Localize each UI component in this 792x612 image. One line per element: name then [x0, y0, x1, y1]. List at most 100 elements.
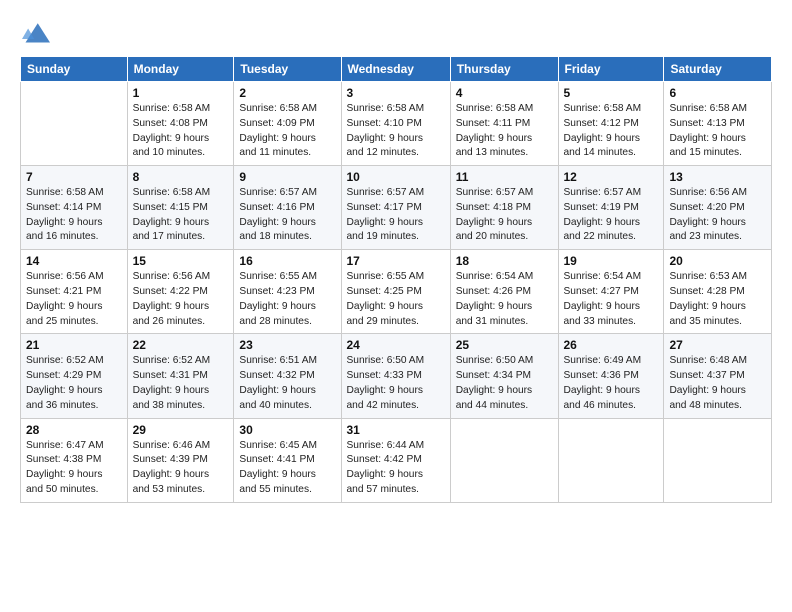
day-number: 6	[669, 86, 766, 100]
day-info: Sunrise: 6:57 AMSunset: 4:19 PMDaylight:…	[564, 186, 659, 245]
calendar-cell: 14 Sunrise: 6:56 AMSunset: 4:21 PMDayligh…	[21, 250, 128, 334]
day-number: 12	[564, 170, 659, 184]
day-number: 15	[133, 254, 229, 268]
weekday-header: Friday	[558, 57, 664, 82]
day-info: Sunrise: 6:58 AMSunset: 4:10 PMDaylight:…	[347, 102, 445, 161]
day-info: Sunrise: 6:50 AMSunset: 4:34 PMDaylight:…	[456, 354, 553, 413]
day-info: Sunrise: 6:58 AMSunset: 4:15 PMDaylight:…	[133, 186, 229, 245]
day-info: Sunrise: 6:58 AMSunset: 4:14 PMDaylight:…	[26, 186, 122, 245]
day-info: Sunrise: 6:46 AMSunset: 4:39 PMDaylight:…	[133, 439, 229, 498]
day-info: Sunrise: 6:55 AMSunset: 4:23 PMDaylight:…	[239, 270, 335, 329]
calendar-cell: 10 Sunrise: 6:57 AMSunset: 4:17 PMDayligh…	[341, 166, 450, 250]
calendar-table: SundayMondayTuesdayWednesdayThursdayFrid…	[20, 56, 772, 503]
day-number: 10	[347, 170, 445, 184]
day-number: 9	[239, 170, 335, 184]
calendar-cell: 26Sunrise: 6:49 AMSunset: 4:36 PMDayligh…	[558, 334, 664, 418]
day-info: Sunrise: 6:47 AMSunset: 4:38 PMDaylight:…	[26, 439, 122, 498]
day-info: Sunrise: 6:58 AMSunset: 4:12 PMDaylight:…	[564, 102, 659, 161]
calendar-cell: 5 Sunrise: 6:58 AMSunset: 4:12 PMDaylight…	[558, 82, 664, 166]
day-number: 2	[239, 86, 335, 100]
calendar-cell: 21 Sunrise: 6:52 AMSunset: 4:29 PMDayligh…	[21, 334, 128, 418]
day-info: Sunrise: 6:49 AMSunset: 4:36 PMDaylight:…	[564, 354, 659, 413]
day-info: Sunrise: 6:52 AMSunset: 4:29 PMDaylight:…	[26, 354, 122, 413]
day-number: 13	[669, 170, 766, 184]
calendar-cell: 27Sunrise: 6:48 AMSunset: 4:37 PMDayligh…	[664, 334, 772, 418]
calendar-cell: 22 Sunrise: 6:52 AMSunset: 4:31 PMDayligh…	[127, 334, 234, 418]
day-number: 7	[26, 170, 122, 184]
day-number: 23	[239, 338, 335, 352]
calendar-cell: 25 Sunrise: 6:50 AMSunset: 4:34 PMDayligh…	[450, 334, 558, 418]
day-info: Sunrise: 6:54 AMSunset: 4:27 PMDaylight:…	[564, 270, 659, 329]
calendar-cell: 20Sunrise: 6:53 AMSunset: 4:28 PMDayligh…	[664, 250, 772, 334]
calendar-cell: 1Sunrise: 6:58 AMSunset: 4:08 PMDaylight…	[127, 82, 234, 166]
weekday-header: Wednesday	[341, 57, 450, 82]
calendar-cell: 6Sunrise: 6:58 AMSunset: 4:13 PMDaylight…	[664, 82, 772, 166]
calendar-body: 1Sunrise: 6:58 AMSunset: 4:08 PMDaylight…	[21, 82, 772, 503]
day-info: Sunrise: 6:56 AMSunset: 4:22 PMDaylight:…	[133, 270, 229, 329]
calendar-cell: 2 Sunrise: 6:58 AMSunset: 4:09 PMDaylight…	[234, 82, 341, 166]
weekday-header: Sunday	[21, 57, 128, 82]
weekday-header-row: SundayMondayTuesdayWednesdayThursdayFrid…	[21, 57, 772, 82]
day-info: Sunrise: 6:57 AMSunset: 4:17 PMDaylight:…	[347, 186, 445, 245]
day-info: Sunrise: 6:57 AMSunset: 4:16 PMDaylight:…	[239, 186, 335, 245]
weekday-header: Tuesday	[234, 57, 341, 82]
calendar-cell: 30Sunrise: 6:45 AMSunset: 4:41 PMDayligh…	[234, 418, 341, 502]
calendar-cell: 23 Sunrise: 6:51 AMSunset: 4:32 PMDayligh…	[234, 334, 341, 418]
day-number: 3	[347, 86, 445, 100]
calendar-week-row: 21 Sunrise: 6:52 AMSunset: 4:29 PMDayligh…	[21, 334, 772, 418]
calendar-cell: 13Sunrise: 6:56 AMSunset: 4:20 PMDayligh…	[664, 166, 772, 250]
day-info: Sunrise: 6:57 AMSunset: 4:18 PMDaylight:…	[456, 186, 553, 245]
day-number: 19	[564, 254, 659, 268]
day-number: 14	[26, 254, 122, 268]
calendar-cell	[21, 82, 128, 166]
logo-icon	[22, 18, 50, 46]
day-info: Sunrise: 6:55 AMSunset: 4:25 PMDaylight:…	[347, 270, 445, 329]
day-number: 1	[133, 86, 229, 100]
calendar-cell: 15 Sunrise: 6:56 AMSunset: 4:22 PMDayligh…	[127, 250, 234, 334]
calendar-cell: 17 Sunrise: 6:55 AMSunset: 4:25 PMDayligh…	[341, 250, 450, 334]
calendar-cell: 3 Sunrise: 6:58 AMSunset: 4:10 PMDaylight…	[341, 82, 450, 166]
day-number: 27	[669, 338, 766, 352]
page: SundayMondayTuesdayWednesdayThursdayFrid…	[0, 0, 792, 612]
calendar-week-row: 7 Sunrise: 6:58 AMSunset: 4:14 PMDaylight…	[21, 166, 772, 250]
calendar-cell: 16 Sunrise: 6:55 AMSunset: 4:23 PMDayligh…	[234, 250, 341, 334]
day-info: Sunrise: 6:52 AMSunset: 4:31 PMDaylight:…	[133, 354, 229, 413]
day-number: 11	[456, 170, 553, 184]
day-info: Sunrise: 6:56 AMSunset: 4:21 PMDaylight:…	[26, 270, 122, 329]
day-number: 31	[347, 423, 445, 437]
calendar-cell: 4Sunrise: 6:58 AMSunset: 4:11 PMDaylight…	[450, 82, 558, 166]
day-number: 30	[239, 423, 335, 437]
calendar-week-row: 14 Sunrise: 6:56 AMSunset: 4:21 PMDayligh…	[21, 250, 772, 334]
day-number: 8	[133, 170, 229, 184]
calendar-cell: 19 Sunrise: 6:54 AMSunset: 4:27 PMDayligh…	[558, 250, 664, 334]
day-number: 18	[456, 254, 553, 268]
day-info: Sunrise: 6:58 AMSunset: 4:09 PMDaylight:…	[239, 102, 335, 161]
weekday-header: Monday	[127, 57, 234, 82]
day-number: 29	[133, 423, 229, 437]
day-number: 24	[347, 338, 445, 352]
day-number: 17	[347, 254, 445, 268]
day-number: 28	[26, 423, 122, 437]
calendar-cell: 7 Sunrise: 6:58 AMSunset: 4:14 PMDaylight…	[21, 166, 128, 250]
day-number: 25	[456, 338, 553, 352]
calendar-cell: 24 Sunrise: 6:50 AMSunset: 4:33 PMDayligh…	[341, 334, 450, 418]
calendar-week-row: 28 Sunrise: 6:47 AMSunset: 4:38 PMDayligh…	[21, 418, 772, 502]
day-number: 22	[133, 338, 229, 352]
day-number: 4	[456, 86, 553, 100]
calendar-cell	[450, 418, 558, 502]
day-number: 5	[564, 86, 659, 100]
calendar-cell: 18 Sunrise: 6:54 AMSunset: 4:26 PMDayligh…	[450, 250, 558, 334]
day-info: Sunrise: 6:50 AMSunset: 4:33 PMDaylight:…	[347, 354, 445, 413]
day-info: Sunrise: 6:44 AMSunset: 4:42 PMDaylight:…	[347, 439, 445, 498]
calendar-cell: 12 Sunrise: 6:57 AMSunset: 4:19 PMDayligh…	[558, 166, 664, 250]
day-info: Sunrise: 6:54 AMSunset: 4:26 PMDaylight:…	[456, 270, 553, 329]
logo	[20, 18, 50, 46]
calendar-week-row: 1Sunrise: 6:58 AMSunset: 4:08 PMDaylight…	[21, 82, 772, 166]
calendar-cell: 8 Sunrise: 6:58 AMSunset: 4:15 PMDaylight…	[127, 166, 234, 250]
day-info: Sunrise: 6:51 AMSunset: 4:32 PMDaylight:…	[239, 354, 335, 413]
calendar-cell	[558, 418, 664, 502]
day-number: 16	[239, 254, 335, 268]
calendar-cell: 31 Sunrise: 6:44 AMSunset: 4:42 PMDayligh…	[341, 418, 450, 502]
day-number: 20	[669, 254, 766, 268]
day-number: 21	[26, 338, 122, 352]
